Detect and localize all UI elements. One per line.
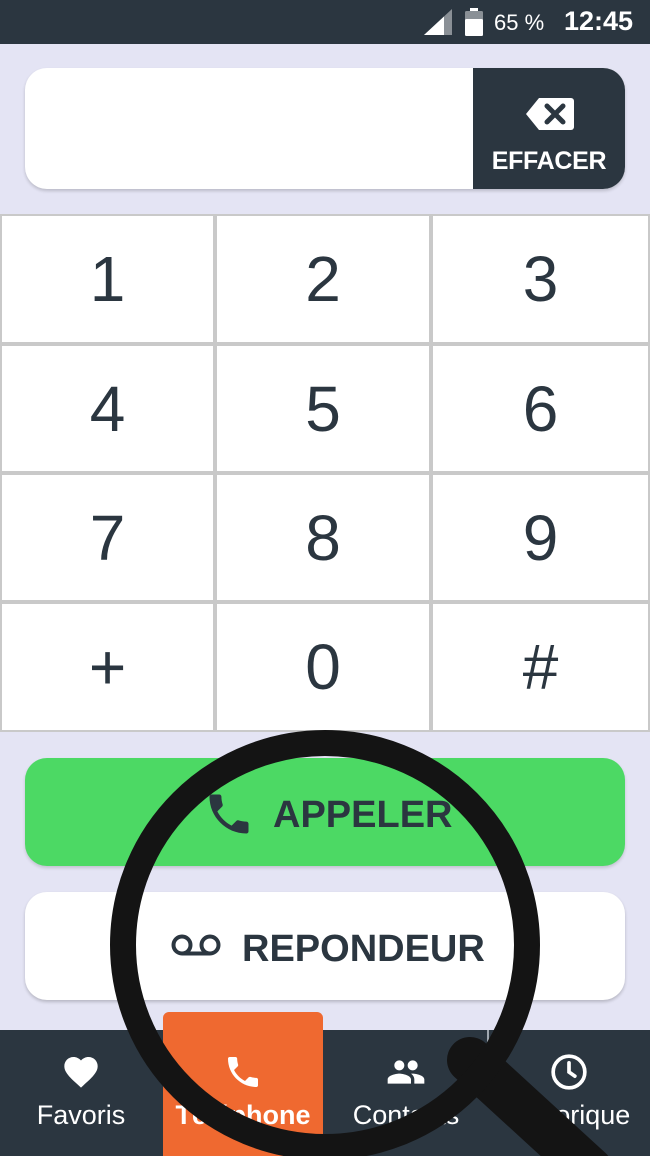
phone-icon [228, 1057, 258, 1087]
battery-icon [465, 8, 483, 36]
backspace-icon [526, 98, 574, 130]
nav-label-contacts: Contacts [352, 1100, 460, 1130]
nav-favorites[interactable]: Favoris [0, 1030, 162, 1156]
clock-icon [551, 1054, 587, 1090]
clear-label: EFFACER [491, 147, 607, 175]
battery-percentage: 65 % [494, 10, 545, 35]
keypad: 1 2 3 4 5 6 7 8 9 + 0 # [0, 214, 650, 732]
nav-label-phone: Téléphone [175, 1100, 311, 1130]
nav-label-history: Historique [508, 1100, 631, 1130]
key-0[interactable]: 0 [217, 604, 429, 730]
bottom-navigation: Favoris Téléphone Contacts Historique [0, 1012, 650, 1156]
key-hash[interactable]: # [433, 604, 648, 730]
call-label: APPELER [273, 794, 453, 836]
nav-phone[interactable]: Téléphone [163, 1012, 323, 1156]
key-8[interactable]: 8 [217, 475, 429, 600]
key-7[interactable]: 7 [2, 475, 213, 600]
nav-label-favorites: Favoris [36, 1100, 126, 1130]
heart-icon [64, 1057, 98, 1088]
key-4[interactable]: 4 [2, 346, 213, 471]
dialed-number-field[interactable] [47, 68, 467, 189]
key-9[interactable]: 9 [433, 475, 648, 600]
people-icon [387, 1060, 425, 1084]
dialer-screen: 65 % 12:45 EFFACER 1 2 3 4 5 6 7 8 9 + 0… [0, 0, 650, 1156]
signal-icon [424, 9, 452, 35]
phone-icon [209, 794, 249, 834]
voicemail-label: REPONDEUR [242, 928, 485, 970]
key-2[interactable]: 2 [217, 216, 429, 342]
key-5[interactable]: 5 [217, 346, 429, 471]
status-clock: 12:45 [564, 6, 634, 36]
voicemail-icon [171, 934, 221, 956]
key-3[interactable]: 3 [433, 216, 648, 342]
nav-history[interactable]: Historique [489, 1030, 650, 1156]
voicemail-button[interactable]: REPONDEUR [25, 892, 625, 1000]
call-button[interactable]: APPELER [25, 758, 625, 866]
nav-contacts[interactable]: Contacts [325, 1030, 487, 1156]
number-display: EFFACER [25, 68, 625, 189]
clear-button[interactable]: EFFACER [473, 68, 625, 189]
key-6[interactable]: 6 [433, 346, 648, 471]
key-plus[interactable]: + [2, 604, 213, 730]
key-1[interactable]: 1 [2, 216, 213, 342]
status-bar: 65 % 12:45 [0, 0, 650, 44]
